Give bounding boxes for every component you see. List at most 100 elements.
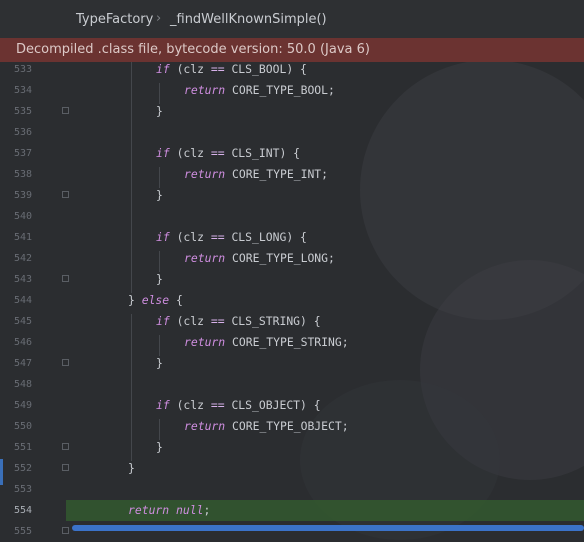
code-line[interactable]: 554 return null;: [0, 500, 584, 521]
keyword-token: return: [184, 251, 226, 265]
code-text: }: [156, 353, 163, 374]
code-token: (clz: [169, 146, 211, 160]
line-number: 552: [13, 463, 32, 474]
line-number: 545: [13, 316, 32, 327]
code-token: }: [156, 272, 163, 286]
code-line[interactable]: 534 return CORE_TYPE_BOOL;: [0, 80, 584, 101]
code-text: }: [156, 437, 163, 458]
fold-marker-icon[interactable]: [62, 527, 69, 534]
code-line[interactable]: 543}: [0, 269, 584, 290]
fold-marker-icon[interactable]: [62, 359, 69, 366]
line-number: 536: [13, 127, 32, 138]
code-token: }: [156, 188, 163, 202]
code-token: CORE_TYPE_INT;: [225, 167, 329, 181]
code-line[interactable]: 545 if (clz == CLS_STRING) {: [0, 311, 584, 332]
line-number: 553: [13, 484, 32, 495]
line-number: 533: [13, 64, 32, 75]
keyword-token: return: [184, 335, 226, 349]
keyword-token: if: [156, 314, 170, 328]
code-line[interactable]: 549 if (clz == CLS_OBJECT) {: [0, 395, 584, 416]
code-token: (clz: [169, 230, 211, 244]
line-number: 547: [13, 358, 32, 369]
code-text: if (clz == CLS_STRING) {: [156, 311, 321, 332]
code-text: return CORE_TYPE_STRING;: [184, 332, 349, 353]
keyword-token: return: [128, 503, 170, 517]
code-text: }: [156, 269, 163, 290]
line-number: 534: [13, 85, 32, 96]
code-token: }: [156, 356, 163, 370]
code-line[interactable]: 544 } else {: [0, 290, 584, 311]
fold-marker-icon[interactable]: [62, 464, 69, 471]
code-text: }: [128, 458, 135, 479]
code-token: CORE_TYPE_STRING;: [225, 335, 349, 349]
code-text: if (clz == CLS_OBJECT) {: [156, 395, 321, 416]
code-line[interactable]: 547}: [0, 353, 584, 374]
operator-token: ==: [210, 230, 225, 244]
operator-token: ==: [210, 146, 225, 160]
keyword-token: if: [156, 62, 170, 76]
fold-marker-icon[interactable]: [62, 191, 69, 198]
operator-token: ==: [210, 314, 225, 328]
code-line[interactable]: 539}: [0, 185, 584, 206]
horizontal-scrollbar[interactable]: [72, 525, 584, 531]
keyword-token: else: [141, 293, 170, 307]
code-line[interactable]: 537 if (clz == CLS_INT) {: [0, 143, 584, 164]
line-number: 535: [13, 106, 32, 117]
code-token: CORE_TYPE_LONG;: [225, 251, 335, 265]
line-number: 543: [13, 274, 32, 285]
operator-token: ==: [210, 398, 225, 412]
code-token: (clz: [169, 398, 211, 412]
breadcrumb-separator-icon: ›: [156, 11, 162, 26]
code-line[interactable]: 540: [0, 206, 584, 227]
code-text: return CORE_TYPE_BOOL;: [184, 80, 335, 101]
line-number: 550: [13, 421, 32, 432]
code-line[interactable]: 553: [0, 479, 584, 500]
breadcrumb: TypeFactory › _findWellKnownSimple(): [0, 0, 584, 39]
code-line[interactable]: 538 return CORE_TYPE_INT;: [0, 164, 584, 185]
code-line[interactable]: 550 return CORE_TYPE_OBJECT;: [0, 416, 584, 437]
code-text: return null;: [128, 500, 210, 521]
line-number: 554: [13, 505, 32, 516]
keyword-token: null: [176, 503, 204, 517]
line-number: 544: [13, 295, 32, 306]
code-text: return CORE_TYPE_INT;: [184, 164, 328, 185]
code-token: CLS_BOOL) {: [224, 62, 307, 76]
line-number: 538: [13, 169, 32, 180]
line-number: 555: [13, 526, 32, 537]
code-line[interactable]: 535}: [0, 101, 584, 122]
code-line[interactable]: 551}: [0, 437, 584, 458]
code-token: CLS_LONG) {: [224, 230, 307, 244]
code-line[interactable]: 548: [0, 374, 584, 395]
fold-marker-icon[interactable]: [62, 443, 69, 450]
operator-token: ==: [210, 62, 225, 76]
code-line[interactable]: 536: [0, 122, 584, 143]
keyword-token: return: [184, 419, 226, 433]
line-number: 542: [13, 253, 32, 264]
code-token: CLS_STRING) {: [224, 314, 321, 328]
code-line[interactable]: 546 return CORE_TYPE_STRING;: [0, 332, 584, 353]
code-line[interactable]: 541 if (clz == CLS_LONG) {: [0, 227, 584, 248]
keyword-token: if: [156, 230, 170, 244]
breadcrumb-item-method[interactable]: _findWellKnownSimple(): [170, 12, 327, 27]
line-number: 546: [13, 337, 32, 348]
code-text: } else {: [128, 290, 183, 311]
fold-marker-icon[interactable]: [62, 275, 69, 282]
code-line[interactable]: 552}: [0, 458, 584, 479]
code-line[interactable]: 542 return CORE_TYPE_LONG;: [0, 248, 584, 269]
code-token: (clz: [169, 62, 211, 76]
code-line[interactable]: 533 if (clz == CLS_BOOL) {: [0, 59, 584, 80]
gutter-marker: [0, 459, 3, 485]
line-number: 548: [13, 379, 32, 390]
line-number: 539: [13, 190, 32, 201]
line-number: 540: [13, 211, 32, 222]
code-text: return CORE_TYPE_LONG;: [184, 248, 335, 269]
breadcrumb-item-class[interactable]: TypeFactory: [76, 12, 153, 27]
line-number: 551: [13, 442, 32, 453]
code-token: ;: [203, 503, 211, 517]
fold-marker-icon[interactable]: [62, 107, 69, 114]
code-token: }: [128, 293, 142, 307]
keyword-token: return: [184, 167, 226, 181]
code-text: }: [156, 101, 163, 122]
code-editor[interactable]: 533 if (clz == CLS_BOOL) { 534 return CORE_…: [0, 62, 584, 542]
